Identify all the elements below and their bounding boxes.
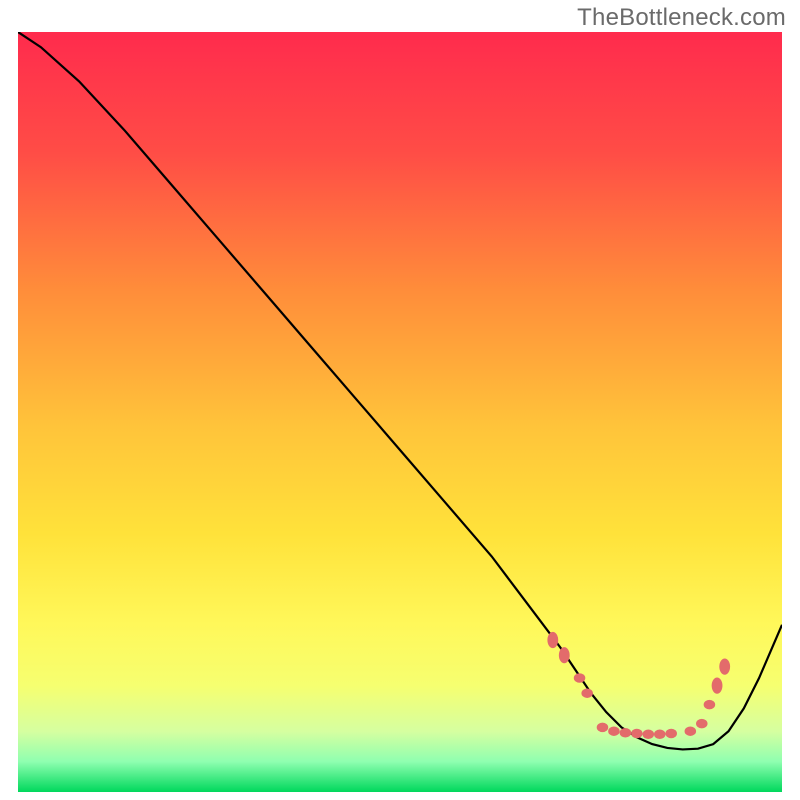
optimal-marker xyxy=(696,719,708,729)
bottleneck-chart xyxy=(18,32,782,792)
optimal-marker xyxy=(608,726,620,736)
optimal-marker xyxy=(712,678,723,694)
optimal-marker xyxy=(719,659,730,675)
optimal-marker xyxy=(685,726,697,736)
chart-svg xyxy=(18,32,782,792)
optimal-marker xyxy=(643,729,655,739)
optimal-marker xyxy=(631,729,643,739)
optimal-marker xyxy=(704,700,716,710)
optimal-marker xyxy=(581,688,593,698)
optimal-marker xyxy=(547,632,558,648)
optimal-marker xyxy=(665,729,677,739)
optimal-marker xyxy=(597,723,609,733)
gradient-background xyxy=(18,32,782,792)
optimal-marker xyxy=(574,673,586,683)
watermark-label: TheBottleneck.com xyxy=(577,4,786,32)
optimal-marker xyxy=(620,728,632,738)
optimal-marker xyxy=(559,647,570,663)
optimal-marker xyxy=(654,729,666,739)
